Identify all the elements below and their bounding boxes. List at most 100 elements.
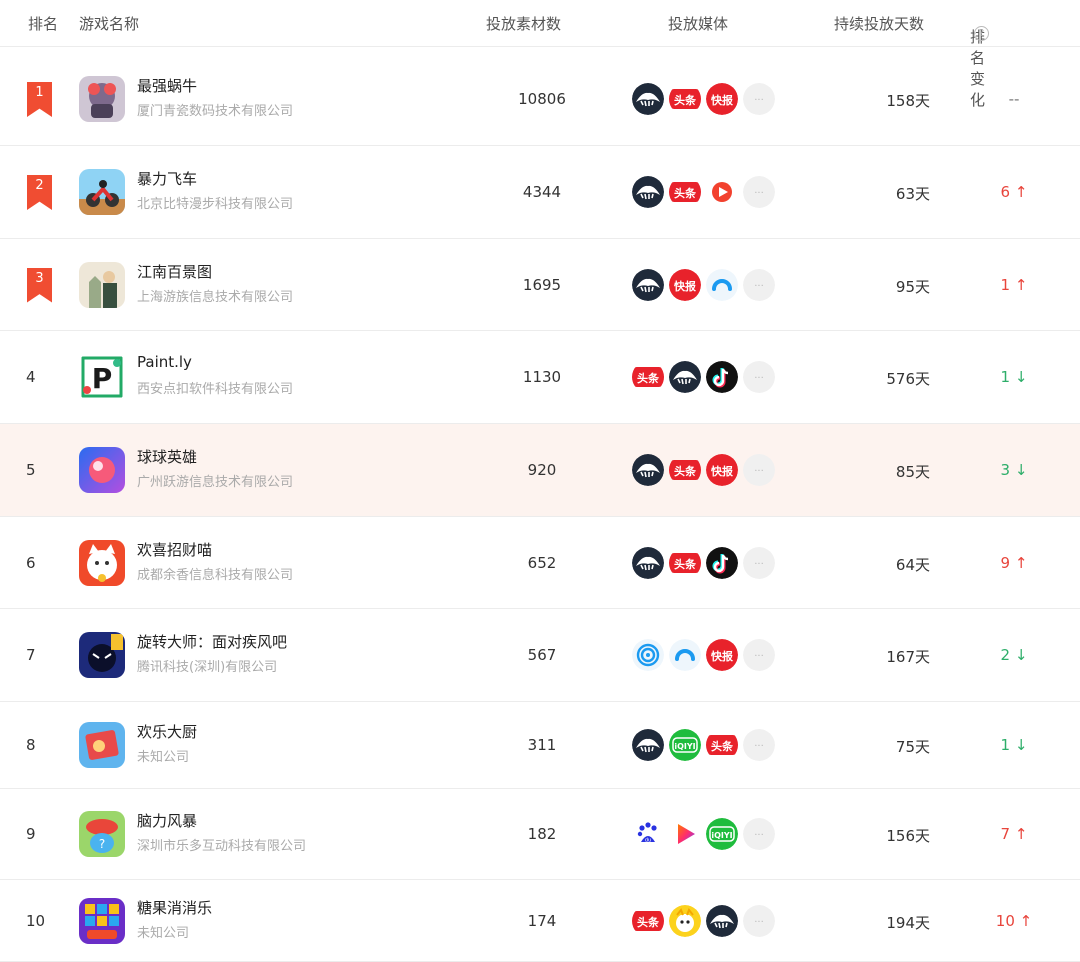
lucky-cat-game-icon[interactable] (79, 539, 125, 586)
svg-text:快报: 快报 (673, 279, 697, 293)
svg-text:···: ··· (754, 466, 764, 477)
spin-master-game-icon[interactable] (79, 632, 125, 678)
company-name: 西安点扣软件科技有限公司 (137, 382, 294, 397)
game-name[interactable]: 欢喜招财喵 (137, 539, 212, 560)
material-count: 652 (527, 553, 557, 572)
svg-text:头条: 头条 (674, 464, 697, 478)
more-media-icon[interactable]: ··· (743, 83, 775, 115)
game-name[interactable]: 旋转大师：面对疾风吧 (137, 631, 287, 652)
svg-text:iQIYI: iQIYI (711, 831, 732, 840)
more-media-icon[interactable]: ··· (743, 546, 775, 579)
game-name[interactable]: 江南百景图 (137, 261, 212, 282)
snail-game-icon[interactable] (79, 76, 125, 122)
media-list: du iQIYI ··· (632, 818, 782, 850)
game-name[interactable]: Paint.ly (137, 353, 192, 371)
eagle-media-icon (632, 268, 664, 301)
company-name: 未知公司 (137, 925, 190, 941)
svg-text:···: ··· (754, 188, 764, 199)
material-count: 4344 (522, 183, 562, 201)
game-name[interactable]: 最强蜗牛 (137, 75, 197, 96)
more-media-icon[interactable]: ··· (743, 818, 775, 850)
game-name[interactable]: 糖果消消乐 (137, 897, 212, 918)
rank-ribbon: 2 (27, 175, 52, 210)
table-row[interactable]: 8 欢乐大厨 未知公司 311 iQIYI 头条 ··· 75天 1 ↓ (0, 702, 1080, 789)
svg-text:···: ··· (754, 830, 764, 841)
header-media[interactable]: 投放媒体 (668, 13, 728, 34)
play-media-icon (706, 176, 738, 208)
campaign-days: 63天 (895, 185, 930, 203)
material-count: 174 (527, 911, 557, 930)
rank-change: -- (1008, 90, 1020, 108)
brain-storm-game-icon[interactable]: ? (79, 811, 125, 857)
company-name: 成都余香信息科技有限公司 (137, 567, 294, 583)
kuaishou-media-icon: 快报 (706, 454, 738, 486)
company-name: 上海游族信息技术有限公司 (137, 289, 294, 305)
material-count: 920 (527, 461, 557, 479)
svg-text:头条: 头条 (637, 371, 660, 385)
table-row[interactable]: 2 暴力飞车 北京比特漫步科技有限公司 4344 头条 ··· 63天 6 ↑ (0, 146, 1080, 239)
game-name[interactable]: 脑力风暴 (137, 810, 197, 831)
more-media-icon[interactable]: ··· (743, 361, 775, 393)
table-row[interactable]: 10 糖果消消乐 未知公司 174 头条 ··· 194天 10 ↑ (0, 880, 1080, 962)
header-days[interactable]: 持续投放天数 (834, 13, 924, 34)
header-materials[interactable]: 投放素材数 (486, 13, 561, 34)
media-list: 头条 ··· (632, 904, 782, 937)
campaign-days: 158天 (886, 92, 930, 110)
header-rank[interactable]: 排名 (28, 13, 58, 34)
baidu-media-icon: du (632, 818, 664, 850)
svg-text:头条: 头条 (637, 915, 660, 929)
campaign-days: 576天 (886, 370, 930, 388)
svg-text:头条: 头条 (674, 186, 697, 200)
rank-change: 2 ↓ (1000, 646, 1028, 664)
rank-number: 10 (26, 911, 46, 930)
jiangnan-game-icon[interactable] (79, 261, 125, 308)
campaign-days: 64天 (895, 555, 930, 574)
rank-change: 1 ↓ (1000, 368, 1028, 386)
douyin-media-icon (706, 546, 738, 579)
campaign-days: 156天 (886, 827, 930, 845)
more-media-icon[interactable]: ··· (743, 729, 775, 761)
campaign-days: 95天 (895, 277, 930, 296)
campaign-days: 75天 (895, 738, 930, 756)
table-row[interactable]: 7 旋转大师：面对疾风吧 腾讯科技(深圳)有限公司 567 快报 ··· 167天 2 ↓ (0, 609, 1080, 702)
eagle-media-icon (632, 729, 664, 761)
table-row[interactable]: 3 江南百景图 上海游族信息技术有限公司 1695 快报 ··· 95天 1 ↑ (0, 239, 1080, 331)
more-media-icon[interactable]: ··· (743, 176, 775, 208)
material-count: 1130 (522, 368, 562, 386)
svg-text:头条: 头条 (711, 739, 734, 753)
arc-media-icon (669, 639, 701, 671)
media-list: 头条 快报 ··· (632, 83, 782, 115)
more-media-icon[interactable]: ··· (743, 904, 775, 937)
table-row[interactable]: 1 最强蜗牛 厦门青瓷数码技术有限公司 10806 头条 快报 ··· 158天 -- (0, 53, 1080, 146)
game-name[interactable]: 球球英雄 (137, 446, 197, 467)
paintly-game-icon[interactable]: P (79, 354, 125, 400)
table-row[interactable]: 5 球球英雄 广州跃游信息技术有限公司 920 头条 快报 ··· 85天 3 ↓ (0, 424, 1080, 517)
svg-text:iQIYI: iQIYI (674, 742, 695, 751)
motorbike-game-icon[interactable] (79, 169, 125, 215)
rank-change: 6 ↑ (1000, 183, 1028, 201)
more-media-icon[interactable]: ··· (743, 639, 775, 671)
help-icon[interactable]: ? (974, 26, 989, 41)
svg-text:du: du (645, 838, 651, 844)
candy-game-icon[interactable] (79, 897, 125, 944)
media-list: 头条 快报 ··· (632, 454, 782, 486)
table-row[interactable]: 9? 脑力风暴 深圳市乐多互动科技有限公司 182 du iQIYI ··· 156天 7 ↑ (0, 789, 1080, 880)
eagle-media-icon (632, 546, 664, 579)
happy-chef-game-icon[interactable] (79, 722, 125, 768)
rank-change: 10 ↑ (995, 911, 1033, 930)
toutiao-media-icon: 头条 (669, 454, 701, 486)
rank-change: 1 ↓ (1000, 736, 1028, 754)
table-row[interactable]: 6 欢喜招财喵 成都余香信息科技有限公司 652 头条 ··· 64天 9 ↑ (0, 517, 1080, 609)
game-name[interactable]: 欢乐大厨 (137, 721, 197, 742)
more-media-icon[interactable]: ··· (743, 454, 775, 486)
media-list: iQIYI 头条 ··· (632, 729, 782, 761)
header-game-name[interactable]: 游戏名称 (79, 13, 139, 34)
table-row[interactable]: 4 P Paint.ly 西安点扣软件科技有限公司 1130 头条 ··· 576天 1 ↓ (0, 331, 1080, 424)
more-media-icon[interactable]: ··· (743, 268, 775, 301)
game-name[interactable]: 暴力飞车 (137, 168, 197, 189)
svg-text:P: P (92, 362, 113, 395)
toutiao-media-icon: 头条 (632, 361, 664, 393)
media-list: 头条 ··· (632, 176, 782, 208)
ball-hero-game-icon[interactable] (79, 447, 125, 493)
svg-text:快报: 快报 (710, 649, 734, 663)
